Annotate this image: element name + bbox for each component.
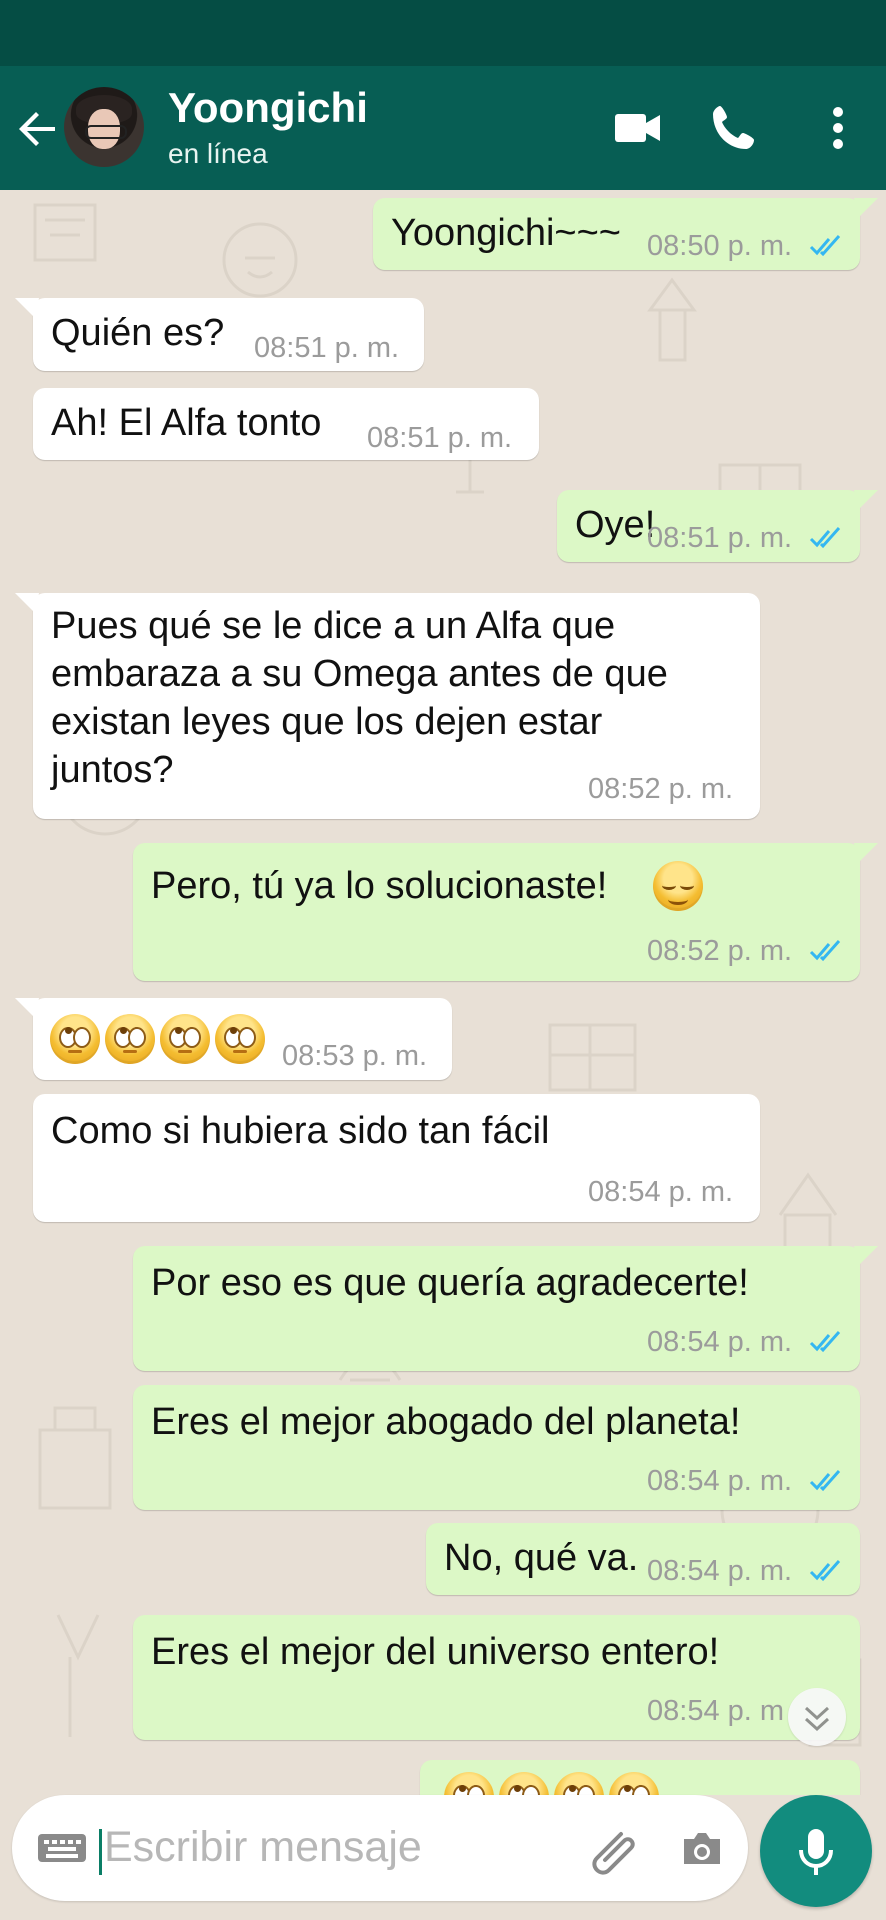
chat-header: Yoongichi en línea [0, 66, 886, 190]
message-text: Como si hubiera sido tan fácil [51, 1110, 550, 1152]
message-text: Pero, tú ya lo solucionaste! [151, 865, 608, 907]
rolling-eyes-emoji [215, 1014, 265, 1064]
message-time: 08:54 p. m [647, 1695, 785, 1727]
rolling-eyes-emoji [554, 1772, 604, 1795]
outgoing-message[interactable]: Eres el mejor del universo entero! 08:54… [133, 1615, 860, 1740]
incoming-message[interactable]: Ah! El Alfa tonto 08:51 p. m. [33, 388, 539, 460]
message-text: Quién es? [51, 312, 225, 354]
back-button[interactable] [14, 104, 64, 154]
message-text: Yoongichi~~~ [391, 212, 621, 254]
camera-icon[interactable] [676, 1823, 728, 1875]
double-check-icon [809, 235, 841, 257]
message-input[interactable]: Escribir mensaje [104, 1823, 422, 1872]
arrow-left-icon [19, 112, 55, 146]
text-caret [99, 1829, 102, 1875]
double-check-icon [809, 1560, 841, 1582]
voice-message-button[interactable] [760, 1795, 872, 1907]
message-line: juntos? [51, 749, 174, 791]
double-chevron-down-icon [804, 1706, 830, 1732]
outgoing-message[interactable]: Pero, tú ya lo solucionaste! 08:52 p. m. [133, 843, 878, 981]
video-call-button[interactable] [605, 96, 669, 160]
rolling-eyes-emoji [444, 1772, 494, 1795]
outgoing-message[interactable]: Yoongichi~~~ 08:50 p. m. [373, 198, 878, 270]
message-composer: Escribir mensaje [0, 1795, 886, 1920]
incoming-message[interactable]: Quién es? 08:51 p. m. [15, 298, 424, 371]
message-time: 08:52 p. m. [647, 935, 793, 967]
message-line: existan leyes que los dejen estar [51, 701, 603, 743]
outgoing-message[interactable]: Oye! 08:51 p. m. [557, 490, 878, 562]
rolling-eyes-emoji [105, 1014, 155, 1064]
keyboard-icon[interactable] [36, 1832, 88, 1864]
message-time: 08:54 p. m. [647, 1326, 793, 1358]
message-time: 08:54 p. m. [647, 1465, 793, 1497]
message-time: 08:52 p. m. [588, 773, 734, 805]
outgoing-message[interactable]: Eres el mejor abogado del planeta! 08:54… [133, 1385, 860, 1510]
more-options-button[interactable] [806, 96, 870, 160]
contact-avatar[interactable] [64, 87, 144, 167]
message-time: 08:51 p. m. [254, 332, 400, 364]
incoming-message[interactable]: Como si hubiera sido tan fácil 08:54 p. … [33, 1094, 760, 1222]
double-check-icon [809, 940, 841, 962]
scroll-to-bottom-button[interactable] [788, 1688, 846, 1746]
incoming-message[interactable]: Pues qué se le dice a un Alfa que embara… [15, 593, 760, 819]
double-check-icon [809, 527, 841, 549]
contact-status: en línea [168, 138, 268, 169]
paperclip-icon[interactable] [587, 1823, 639, 1875]
message-text: No, qué va. [444, 1537, 639, 1579]
message-time: 08:51 p. m. [367, 422, 513, 454]
message-time: 08:54 p. m. [647, 1555, 793, 1587]
microphone-icon [799, 1829, 833, 1875]
message-text: Eres el mejor del universo entero! [151, 1631, 720, 1673]
relieved-face-emoji [653, 861, 703, 911]
double-check-icon [809, 1470, 841, 1492]
status-bar [0, 0, 886, 66]
message-text: Oye! [575, 504, 656, 546]
phone-icon [713, 106, 754, 149]
message-time: 08:53 p. m. [282, 1040, 428, 1072]
message-line: embaraza a su Omega antes de que [51, 653, 668, 695]
message-time: 08:51 p. m. [647, 522, 793, 554]
video-camera-icon [615, 114, 660, 142]
partial-outgoing-message[interactable] [420, 1760, 860, 1795]
more-vertical-icon [833, 107, 843, 149]
rolling-eyes-emoji [499, 1772, 549, 1795]
outgoing-message[interactable]: No, qué va. 08:54 p. m. [426, 1523, 860, 1595]
voice-call-button[interactable] [702, 96, 766, 160]
message-time: 08:50 p. m. [647, 230, 793, 262]
message-text: Ah! El Alfa tonto [51, 402, 322, 444]
contact-name[interactable]: Yoongichi [168, 84, 368, 132]
outgoing-message[interactable]: Por eso es que quería agradecerte! 08:54… [133, 1246, 878, 1371]
rolling-eyes-emoji [609, 1772, 659, 1795]
message-line: Pues qué se le dice a un Alfa que [51, 605, 616, 647]
double-check-icon [809, 1331, 841, 1353]
rolling-eyes-emoji [160, 1014, 210, 1064]
incoming-message[interactable]: 08:53 p. m. [15, 998, 452, 1080]
message-text: Por eso es que quería agradecerte! [151, 1262, 749, 1304]
rolling-eyes-emoji [50, 1014, 100, 1064]
message-input-container[interactable]: Escribir mensaje [12, 1795, 748, 1901]
chat-area[interactable]: Yoongichi~~~ 08:50 p. m. Quién es? 08:51… [0, 190, 886, 1795]
message-text: Eres el mejor abogado del planeta! [151, 1401, 741, 1443]
message-time: 08:54 p. m. [588, 1176, 734, 1208]
